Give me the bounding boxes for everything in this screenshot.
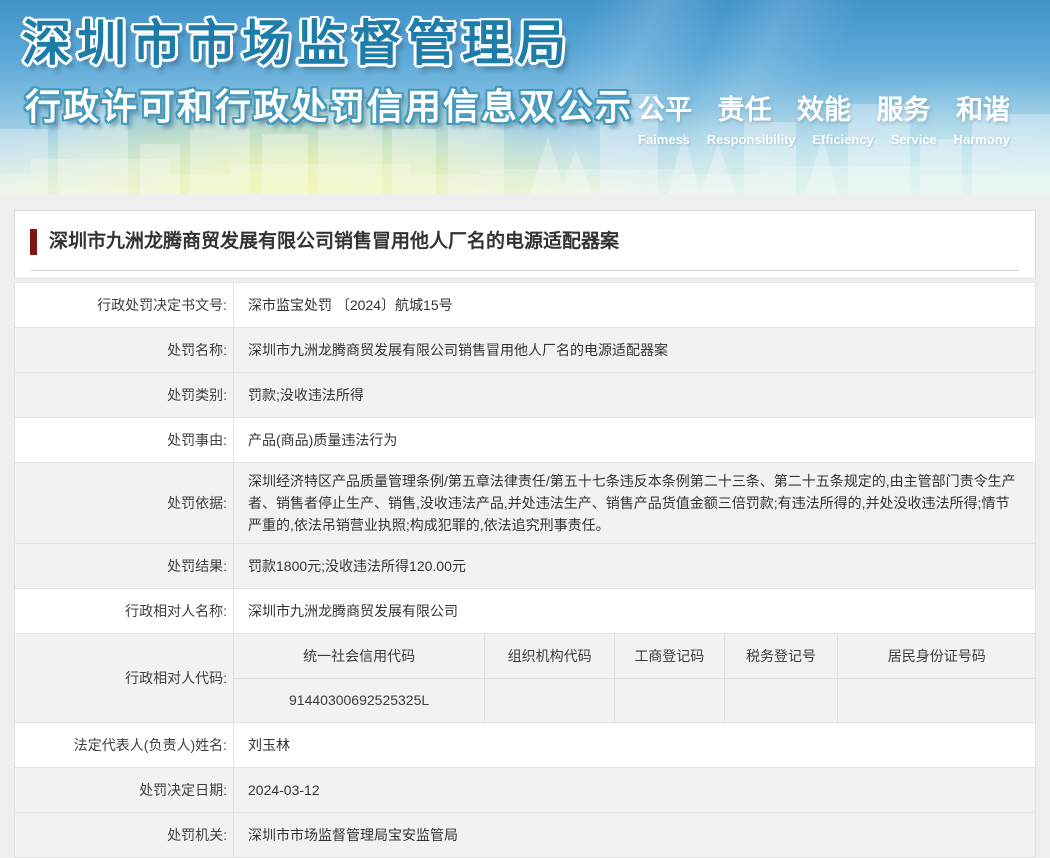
banner-motto: 公平 责任 效能 服务 和谐 Faimess Responsibility Ef… [638, 88, 1010, 147]
row-label: 行政相对人名称: [15, 589, 234, 634]
code-column-header: 组织机构代码 [485, 634, 615, 678]
motto-word: 和谐 [956, 88, 1010, 127]
row-label: 处罚类别: [15, 373, 234, 418]
motto-word: 公平 [638, 88, 692, 127]
row-value: 深圳经济特区产品质量管理条例/第五章法律责任/第五十七条违反本条例第二十三条、第… [234, 463, 1036, 544]
penalty-record-card: 行政处罚决定书文号: 深市监宝处罚 〔2024〕航城15号 处罚名称: 深圳市九… [14, 282, 1036, 858]
case-title: 深圳市九洲龙腾商贸发展有限公司销售冒用他人厂名的电源适配器案 [49, 229, 619, 255]
row-label: 处罚结果: [15, 544, 234, 589]
party-code-table: 统一社会信用代码 组织机构代码 工商登记码 税务登记号 居民身份证号码 9144… [234, 634, 1035, 722]
site-banner: 深圳市市场监督管理局 行政许可和行政处罚信用信息双公示 公平 责任 效能 服务 … [0, 0, 1050, 194]
motto-word-en: Faimess [638, 132, 690, 147]
penalty-info-table: 行政处罚决定书文号: 深市监宝处罚 〔2024〕航城15号 处罚名称: 深圳市九… [14, 282, 1036, 858]
code-column-header: 居民身份证号码 [838, 634, 1035, 678]
row-decision-date: 处罚决定日期: 2024-03-12 [15, 768, 1036, 813]
title-accent-bar [30, 229, 37, 255]
row-value: 2024-03-12 [234, 768, 1036, 813]
code-value: 91440300692525325L [234, 678, 485, 722]
row-penalty-basis: 处罚依据: 深圳经济特区产品质量管理条例/第五章法律责任/第五十七条违反本条例第… [15, 463, 1036, 544]
row-penalty-name: 处罚名称: 深圳市九洲龙腾商贸发展有限公司销售冒用他人厂名的电源适配器案 [15, 328, 1036, 373]
row-value: 深圳市九洲龙腾商贸发展有限公司销售冒用他人厂名的电源适配器案 [234, 328, 1036, 373]
code-header-row: 统一社会信用代码 组织机构代码 工商登记码 税务登记号 居民身份证号码 [234, 634, 1035, 678]
code-column-header: 工商登记码 [614, 634, 724, 678]
row-label: 行政处罚决定书文号: [15, 283, 234, 328]
code-column-header: 税务登记号 [724, 634, 838, 678]
row-value: 深圳市九洲龙腾商贸发展有限公司 [234, 589, 1036, 634]
row-penalty-category: 处罚类别: 罚款;没收违法所得 [15, 373, 1036, 418]
row-label: 处罚事由: [15, 418, 234, 463]
row-label: 处罚决定日期: [15, 768, 234, 813]
row-value: 统一社会信用代码 组织机构代码 工商登记码 税务登记号 居民身份证号码 9144… [234, 634, 1036, 723]
row-label: 处罚依据: [15, 463, 234, 544]
case-title-card: 深圳市九洲龙腾商贸发展有限公司销售冒用他人厂名的电源适配器案 [14, 210, 1036, 279]
site-title: 深圳市市场监督管理局 [22, 4, 572, 75]
code-column-header: 统一社会信用代码 [234, 634, 485, 678]
motto-word: 责任 [718, 88, 772, 127]
row-penalty-authority: 处罚机关: 深圳市市场监督管理局宝安监管局 [15, 813, 1036, 858]
motto-word-en: Service [891, 132, 937, 147]
row-party-name: 行政相对人名称: 深圳市九洲龙腾商贸发展有限公司 [15, 589, 1036, 634]
motto-word-en: Responsibility [707, 132, 796, 147]
title-divider [31, 270, 1019, 271]
motto-en: Faimess Responsibility Efficiency Servic… [638, 132, 1010, 147]
motto-word: 服务 [877, 88, 931, 127]
site-subtitle: 行政许可和行政处罚信用信息双公示 [25, 78, 633, 130]
row-legal-representative: 法定代表人(负责人)姓名: 刘玉林 [15, 723, 1036, 768]
row-value: 深市监宝处罚 〔2024〕航城15号 [234, 283, 1036, 328]
row-value: 罚款1800元;没收违法所得120.00元 [234, 544, 1036, 589]
row-value: 深圳市市场监督管理局宝安监管局 [234, 813, 1036, 858]
row-label: 处罚名称: [15, 328, 234, 373]
code-value [614, 678, 724, 722]
code-value [724, 678, 838, 722]
row-label: 行政相对人代码: [15, 634, 234, 723]
code-value [485, 678, 615, 722]
row-value: 罚款;没收违法所得 [234, 373, 1036, 418]
row-label: 法定代表人(负责人)姓名: [15, 723, 234, 768]
code-value-row: 91440300692525325L [234, 678, 1035, 722]
row-value: 刘玉林 [234, 723, 1036, 768]
motto-word-en: Harmony [954, 132, 1010, 147]
row-value: 产品(商品)质量违法行为 [234, 418, 1036, 463]
row-label: 处罚机关: [15, 813, 234, 858]
row-decision-number: 行政处罚决定书文号: 深市监宝处罚 〔2024〕航城15号 [15, 283, 1036, 328]
motto-cn: 公平 责任 效能 服务 和谐 [638, 88, 1010, 127]
motto-word-en: Efficiency [812, 132, 873, 147]
row-penalty-result: 处罚结果: 罚款1800元;没收违法所得120.00元 [15, 544, 1036, 589]
code-value [838, 678, 1035, 722]
row-party-codes: 行政相对人代码: 统一社会信用代码 组织机构代码 工商登记码 税务登记号 [15, 634, 1036, 723]
motto-word: 效能 [797, 88, 851, 127]
row-penalty-reason: 处罚事由: 产品(商品)质量违法行为 [15, 418, 1036, 463]
